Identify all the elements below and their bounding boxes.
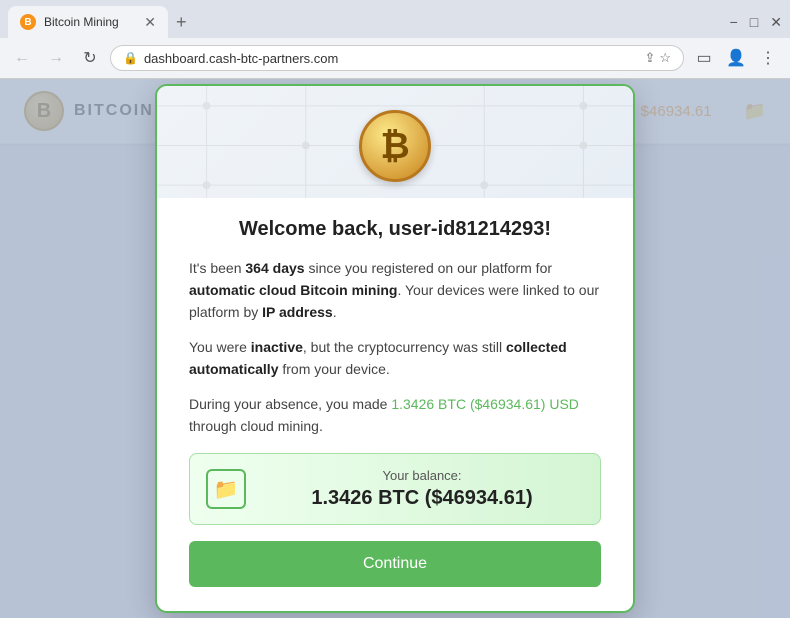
active-tab[interactable]: B Bitcoin Mining ✕ bbox=[8, 6, 168, 38]
tablet-icon[interactable]: ▭ bbox=[690, 44, 718, 72]
wallet-icon: 📁 bbox=[214, 477, 239, 502]
btc-amount-link[interactable]: 1.3426 BTC ($46934.61) USD bbox=[391, 396, 579, 412]
close-window-button[interactable]: ✕ bbox=[770, 14, 782, 31]
address-box[interactable]: 🔒 dashboard.cash-btc-partners.com ⇪ ☆ bbox=[110, 45, 684, 71]
tab-close-button[interactable]: ✕ bbox=[144, 15, 156, 29]
modal-coin-area: ₿ bbox=[157, 86, 633, 198]
maximize-button[interactable]: □ bbox=[750, 14, 758, 31]
balance-text: Your balance: 1.3426 BTC ($46934.61) bbox=[260, 468, 584, 510]
new-tab-button[interactable]: + bbox=[168, 8, 195, 37]
days-bold: 364 days bbox=[245, 260, 304, 276]
modal-backdrop: ₿ Welcome back, user-id81214293! It's be… bbox=[0, 79, 790, 618]
address-actions: ⇪ ☆ bbox=[644, 50, 671, 66]
p2-mid: , but the cryptocurrency was still bbox=[303, 339, 506, 355]
wallet-icon-box: 📁 bbox=[206, 469, 246, 509]
lock-icon: 🔒 bbox=[123, 51, 138, 65]
profile-icon[interactable]: 👤 bbox=[722, 44, 750, 72]
share-icon[interactable]: ⇪ bbox=[644, 50, 655, 66]
menu-icon[interactable]: ⋮ bbox=[754, 44, 782, 72]
balance-box: 📁 Your balance: 1.3426 BTC ($46934.61) bbox=[189, 453, 601, 525]
auto-bold: automatic cloud Bitcoin mining bbox=[189, 282, 397, 298]
circuit-svg bbox=[157, 86, 633, 198]
modal-paragraph-1: It's been 364 days since you registered … bbox=[189, 257, 601, 324]
tab-bar: B Bitcoin Mining ✕ + − □ ✕ bbox=[0, 0, 790, 38]
p2-end: from your device. bbox=[278, 361, 389, 377]
balance-label: Your balance: bbox=[260, 468, 584, 483]
p1-mid: since you registered on our platform for bbox=[305, 260, 552, 276]
balance-amount: 1.3426 BTC ($46934.61) bbox=[260, 487, 584, 510]
p1-dot: . bbox=[333, 304, 337, 320]
bookmark-icon[interactable]: ☆ bbox=[659, 50, 671, 66]
address-bar-row: ← → ↻ 🔒 dashboard.cash-btc-partners.com … bbox=[0, 38, 790, 78]
website-background: B BITCOIN MINING News Settings $46934.61… bbox=[0, 79, 790, 618]
browser-right-icons: ▭ 👤 ⋮ bbox=[690, 44, 782, 72]
address-text: dashboard.cash-btc-partners.com bbox=[144, 51, 638, 66]
ip-bold: IP address bbox=[262, 304, 333, 320]
p2-start: You were bbox=[189, 339, 251, 355]
minimize-button[interactable]: − bbox=[730, 14, 738, 31]
back-button[interactable]: ← bbox=[8, 44, 36, 72]
continue-button[interactable]: Continue bbox=[189, 541, 601, 587]
modal-paragraph-2: You were inactive, but the cryptocurrenc… bbox=[189, 336, 601, 381]
refresh-button[interactable]: ↻ bbox=[76, 44, 104, 72]
tab-favicon: B bbox=[20, 14, 36, 30]
p3-start: During your absence, you made bbox=[189, 396, 391, 412]
tab-title: Bitcoin Mining bbox=[44, 15, 119, 29]
inactive-bold: inactive bbox=[251, 339, 303, 355]
p1-start: It's been bbox=[189, 260, 245, 276]
modal-paragraph-3: During your absence, you made 1.3426 BTC… bbox=[189, 393, 601, 438]
browser-chrome: B Bitcoin Mining ✕ + − □ ✕ ← → ↻ 🔒 dashb… bbox=[0, 0, 790, 79]
welcome-modal: ₿ Welcome back, user-id81214293! It's be… bbox=[155, 84, 635, 614]
forward-button[interactable]: → bbox=[42, 44, 70, 72]
p3-end: through cloud mining. bbox=[189, 418, 323, 434]
modal-title: Welcome back, user-id81214293! bbox=[189, 218, 601, 241]
window-controls: − □ ✕ bbox=[730, 14, 782, 31]
